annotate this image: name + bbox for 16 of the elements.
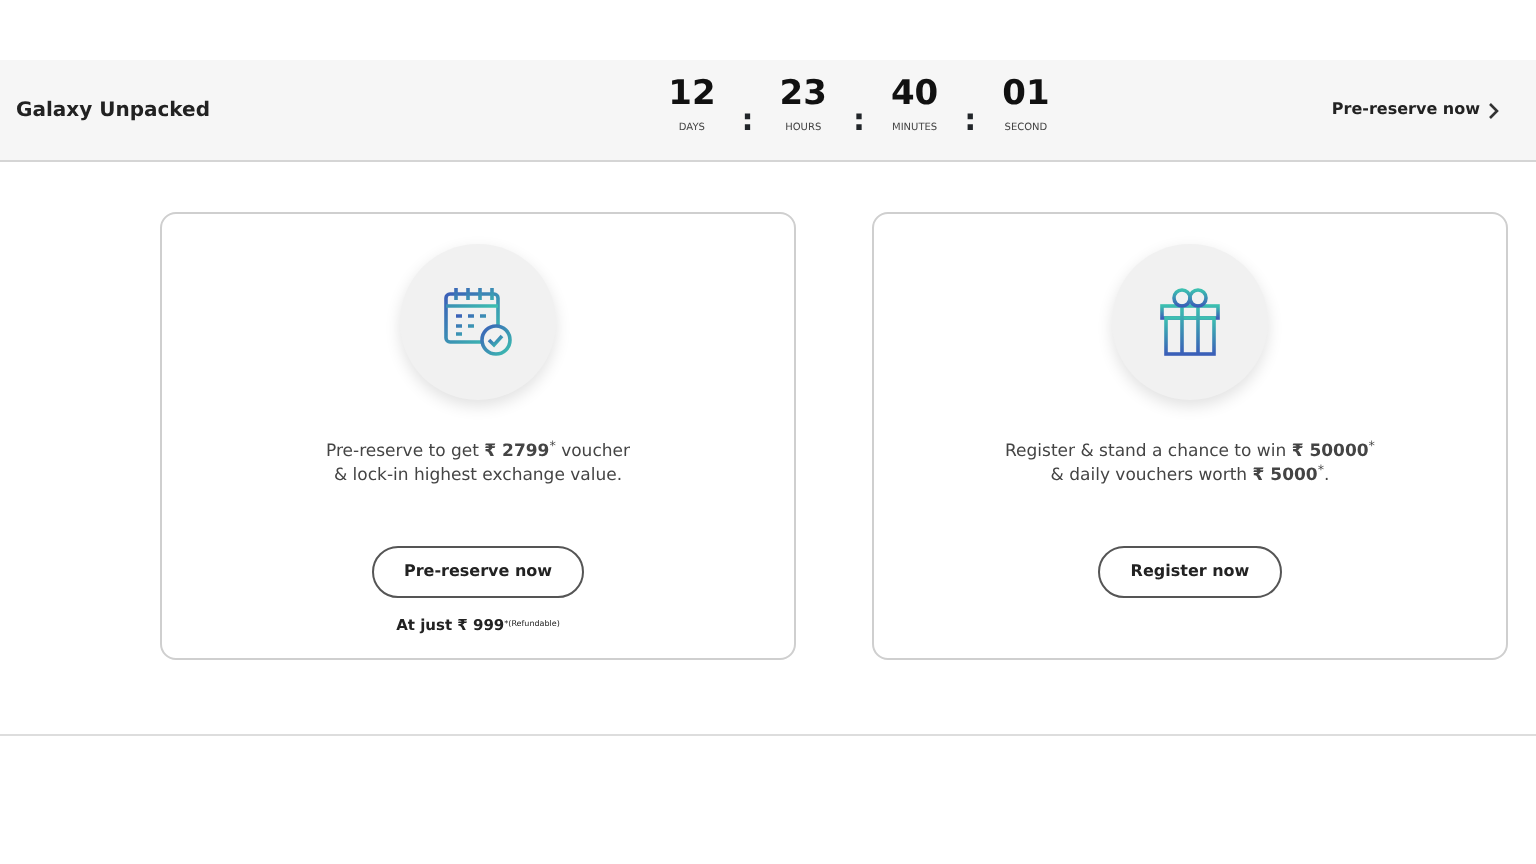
offer-text: Register & stand a chance to win ₹ 50000$^{*}$ & daily vouchers worth ₹ 5000$^{*}$. bbox=[1005, 440, 1375, 490]
countdown-value: 01 bbox=[1002, 77, 1050, 112]
countdown-value: 12 bbox=[668, 77, 716, 112]
calendar-icon bbox=[440, 284, 516, 360]
time-separator: : bbox=[852, 99, 865, 142]
time-separator: : bbox=[964, 99, 977, 142]
action-button[interactable]: Pre-reserve now bbox=[371, 545, 585, 598]
offer-text: Pre-reserve to get ₹ 2799$^{*}$ voucher & lock-in highest exchange value. bbox=[326, 440, 630, 490]
gift-icon bbox=[1156, 286, 1224, 358]
countdown-value: 23 bbox=[779, 77, 827, 112]
time-separator: : bbox=[741, 99, 754, 142]
chevron-right-icon bbox=[1488, 101, 1500, 119]
countdown-value: 40 bbox=[890, 77, 939, 112]
site-title: Galaxy Unpacked bbox=[16, 97, 210, 125]
action-button[interactable]: Register now bbox=[1098, 545, 1282, 598]
pre-reserve-link[interactable]: Pre-reserve now bbox=[1331, 98, 1500, 122]
